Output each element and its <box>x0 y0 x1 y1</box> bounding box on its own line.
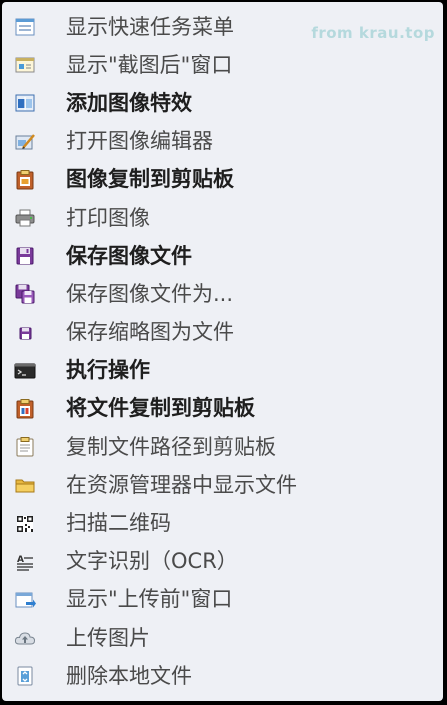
menu-item-show-quick-task-menu[interactable]: 显示快速任务菜单 <box>2 8 443 46</box>
menu-item-upload-image[interactable]: 上传图片 <box>2 619 443 657</box>
menu-item-label: 保存图像文件为... <box>66 281 234 306</box>
copy-path-clipboard-icon <box>14 436 36 458</box>
menu-item-delete-local-file[interactable]: 删除本地文件 <box>2 657 443 695</box>
menu-item-add-image-effects[interactable]: 添加图像特效 <box>2 84 443 122</box>
menu-item-label: 扫描二维码 <box>66 511 171 536</box>
menu-item-print-image[interactable]: 打印图像 <box>2 199 443 237</box>
menu-item-label: 显示快速任务菜单 <box>66 14 234 39</box>
folder-icon <box>14 474 36 496</box>
menu-item-show-after-capture-window[interactable]: 显示"截图后"窗口 <box>2 46 443 84</box>
menu-item-label: 在资源管理器中显示文件 <box>66 472 297 497</box>
menu-item-label: 执行操作 <box>66 358 150 383</box>
menu-item-open-image-editor[interactable]: 打开图像编辑器 <box>2 123 443 161</box>
menu-item-label: 添加图像特效 <box>66 90 192 115</box>
image-effects-icon <box>14 92 36 114</box>
menu-item-scan-qr-code[interactable]: 扫描二维码 <box>2 504 443 542</box>
menu-item-run-action[interactable]: 执行操作 <box>2 352 443 390</box>
menu-item-copy-file-to-clipboard[interactable]: 将文件复制到剪贴板 <box>2 390 443 428</box>
menu-item-label: 保存缩略图为文件 <box>66 320 234 345</box>
menu-item-save-thumbnail-as-file[interactable]: 保存缩略图为文件 <box>2 314 443 352</box>
menu-item-label: 复制文件路径到剪贴板 <box>66 434 276 459</box>
menu-item-label: 打印图像 <box>66 205 150 230</box>
menu-item-label: 删除本地文件 <box>66 663 192 688</box>
quick-task-menu-icon <box>14 16 36 38</box>
menu-item-show-file-in-explorer[interactable]: 在资源管理器中显示文件 <box>2 466 443 504</box>
save-as-icon <box>14 283 36 305</box>
menu-item-copy-file-path-to-clipboard[interactable]: 复制文件路径到剪贴板 <box>2 428 443 466</box>
qr-code-icon <box>14 513 36 535</box>
copy-image-clipboard-icon <box>14 169 36 191</box>
menu-item-label: 文字识别（OCR） <box>66 549 238 574</box>
menu-item-copy-image-to-clipboard[interactable]: 图像复制到剪贴板 <box>2 161 443 199</box>
menu-item-label: 将文件复制到剪贴板 <box>66 396 255 421</box>
menu-item-save-image-file-as[interactable]: 保存图像文件为... <box>2 275 443 313</box>
save-icon <box>14 245 36 267</box>
menu-item-ocr[interactable]: A 文字识别（OCR） <box>2 543 443 581</box>
menu-item-label: 保存图像文件 <box>66 243 192 268</box>
before-upload-window-icon <box>14 589 36 611</box>
menu-item-save-image-file[interactable]: 保存图像文件 <box>2 237 443 275</box>
save-thumbnail-icon <box>14 322 36 344</box>
terminal-icon <box>14 360 36 382</box>
delete-file-icon <box>14 665 36 687</box>
menu-item-label: 图像复制到剪贴板 <box>66 167 234 192</box>
menu-item-label: 显示"上传前"窗口 <box>66 587 233 612</box>
copy-file-clipboard-icon <box>14 398 36 420</box>
after-capture-window-icon <box>14 54 36 76</box>
menu-item-label: 上传图片 <box>66 625 150 650</box>
ocr-icon: A <box>14 551 36 573</box>
menu-item-show-before-upload-window[interactable]: 显示"上传前"窗口 <box>2 581 443 619</box>
cloud-upload-icon <box>14 627 36 649</box>
context-menu: from krau.top 显示快速任务菜单 显示"截图后"窗口 添加图像特效 … <box>2 2 443 701</box>
image-editor-icon <box>14 131 36 153</box>
menu-item-label: 显示"截图后"窗口 <box>66 52 233 77</box>
menu-item-label: 打开图像编辑器 <box>66 129 213 154</box>
printer-icon <box>14 207 36 229</box>
